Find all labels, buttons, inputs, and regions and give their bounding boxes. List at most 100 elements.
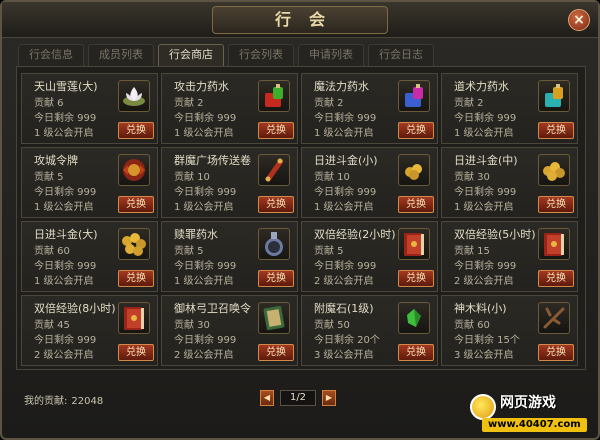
item-contribution-cost: 贡献 6 bbox=[34, 98, 64, 109]
title-bar: 行会 × bbox=[2, 2, 598, 38]
item-contribution-cost: 贡献 2 bbox=[174, 98, 204, 109]
gold-coins-medium-icon[interactable] bbox=[538, 154, 570, 186]
item-guild-level-requirement: 3 级公会开启 bbox=[454, 350, 514, 361]
gold-coins-small-icon[interactable] bbox=[398, 154, 430, 186]
item-contribution-cost: 贡献 50 bbox=[314, 320, 350, 331]
exp-book-icon[interactable] bbox=[398, 228, 430, 260]
item-contribution-cost: 贡献 5 bbox=[314, 246, 344, 257]
item-daily-remaining: 今日剩余 999 bbox=[314, 187, 377, 198]
watermark-url: www.40407.com bbox=[482, 418, 587, 432]
item-daily-remaining: 今日剩余 999 bbox=[314, 113, 377, 124]
exchange-button[interactable]: 兑换 bbox=[398, 122, 434, 139]
item-contribution-cost: 贡献 5 bbox=[34, 172, 64, 183]
siege-token-icon[interactable] bbox=[118, 154, 150, 186]
item-contribution-cost: 贡献 5 bbox=[174, 246, 204, 257]
item-guild-level-requirement: 2 级公会开启 bbox=[34, 350, 94, 361]
item-guild-level-requirement: 1 级公会开启 bbox=[454, 202, 514, 213]
exchange-button[interactable]: 兑换 bbox=[258, 196, 294, 213]
item-name: 攻击力药水 bbox=[174, 80, 229, 93]
item-contribution-cost: 贡献 30 bbox=[454, 172, 490, 183]
item-guild-level-requirement: 2 级公会开启 bbox=[454, 276, 514, 287]
item-guild-level-requirement: 1 级公会开启 bbox=[314, 128, 374, 139]
item-name: 附魔石(1级) bbox=[314, 302, 374, 315]
item-name: 日进斗金(中) bbox=[454, 154, 518, 167]
lotus-icon[interactable] bbox=[118, 80, 150, 112]
exchange-button[interactable]: 兑换 bbox=[538, 196, 574, 213]
item-daily-remaining: 今日剩余 999 bbox=[454, 261, 517, 272]
gold-coins-large-icon[interactable] bbox=[118, 228, 150, 260]
exchange-button[interactable]: 兑换 bbox=[258, 122, 294, 139]
item-daily-remaining: 今日剩余 15个 bbox=[454, 335, 520, 346]
exchange-button[interactable]: 兑换 bbox=[398, 196, 434, 213]
close-button[interactable]: × bbox=[568, 9, 590, 31]
guild-window: 行会 × 行会信息 成员列表 行会商店 行会列表 申请列表 行会日志 天山雪莲(… bbox=[0, 0, 600, 440]
exp-book-icon[interactable] bbox=[118, 302, 150, 334]
next-page-button[interactable]: ▶ bbox=[322, 390, 336, 406]
enchant-stone-icon[interactable] bbox=[398, 302, 430, 334]
contribution-label: 我的贡献: bbox=[24, 396, 68, 407]
shop-item-card: 道术力药水 贡献 2 今日剩余 999 1 级公会开启 兑换 bbox=[441, 73, 578, 144]
item-name: 日进斗金(大) bbox=[34, 228, 98, 241]
item-daily-remaining: 今日剩余 999 bbox=[174, 261, 237, 272]
shop-item-card: 日进斗金(中) 贡献 30 今日剩余 999 1 级公会开启 兑换 bbox=[441, 147, 578, 218]
item-name: 魔法力药水 bbox=[314, 80, 369, 93]
redemption-potion-icon[interactable] bbox=[258, 228, 290, 260]
item-daily-remaining: 今日剩余 999 bbox=[174, 335, 237, 346]
exchange-button[interactable]: 兑换 bbox=[538, 270, 574, 287]
item-daily-remaining: 今日剩余 999 bbox=[314, 261, 377, 272]
item-name: 群魔广场传送卷 bbox=[174, 154, 251, 167]
wood-branch-icon[interactable] bbox=[538, 302, 570, 334]
item-daily-remaining: 今日剩余 999 bbox=[34, 113, 97, 124]
item-guild-level-requirement: 3 级公会开启 bbox=[314, 350, 374, 361]
exchange-button[interactable]: 兑换 bbox=[258, 270, 294, 287]
exp-book-icon[interactable] bbox=[538, 228, 570, 260]
tab-guild-info[interactable]: 行会信息 bbox=[18, 44, 84, 66]
shop-item-card: 附魔石(1级) 贡献 50 今日剩余 20个 3 级公会开启 兑换 bbox=[301, 295, 438, 366]
scroll-icon[interactable] bbox=[258, 154, 290, 186]
tab-guild-shop[interactable]: 行会商店 bbox=[158, 44, 224, 67]
watermark-text: 网页游戏 bbox=[500, 395, 556, 411]
item-name: 双倍经验(2小时) bbox=[314, 228, 396, 241]
site-watermark: 网页游戏 www.40407.com bbox=[464, 390, 600, 440]
shop-grid: 天山雪莲(大) 贡献 6 今日剩余 999 1 级公会开启 兑换 攻击力药水 贡献 2 今日剩… bbox=[21, 73, 578, 366]
shop-item-card: 双倍经验(5小时) 贡献 15 今日剩余 999 2 级公会开启 兑换 bbox=[441, 221, 578, 292]
shop-item-card: 日进斗金(大) 贡献 60 今日剩余 999 1 级公会开启 兑换 bbox=[21, 221, 158, 292]
item-guild-level-requirement: 1 级公会开启 bbox=[34, 276, 94, 287]
my-contribution: 我的贡献: 22048 bbox=[20, 392, 103, 407]
page-indicator: 1/2 bbox=[280, 390, 316, 406]
item-name: 双倍经验(8小时) bbox=[34, 302, 116, 315]
exchange-button[interactable]: 兑换 bbox=[398, 344, 434, 361]
taoist-potion-icon[interactable] bbox=[538, 80, 570, 112]
attack-potion-icon[interactable] bbox=[258, 80, 290, 112]
exchange-button[interactable]: 兑换 bbox=[118, 270, 154, 287]
magic-potion-icon[interactable] bbox=[398, 80, 430, 112]
item-name: 日进斗金(小) bbox=[314, 154, 378, 167]
exchange-button[interactable]: 兑换 bbox=[118, 122, 154, 139]
item-name: 双倍经验(5小时) bbox=[454, 228, 536, 241]
item-contribution-cost: 贡献 10 bbox=[314, 172, 350, 183]
tab-member-list[interactable]: 成员列表 bbox=[88, 44, 154, 66]
item-name: 天山雪莲(大) bbox=[34, 80, 98, 93]
shop-item-card: 攻击力药水 贡献 2 今日剩余 999 1 级公会开启 兑换 bbox=[161, 73, 298, 144]
item-guild-level-requirement: 2 级公会开启 bbox=[314, 276, 374, 287]
summon-order-icon[interactable] bbox=[258, 302, 290, 334]
exchange-button[interactable]: 兑换 bbox=[118, 196, 154, 213]
exchange-button[interactable]: 兑换 bbox=[538, 122, 574, 139]
shop-item-card: 天山雪莲(大) 贡献 6 今日剩余 999 1 级公会开启 兑换 bbox=[21, 73, 158, 144]
item-name: 御林弓卫召唤令 bbox=[174, 302, 251, 315]
item-contribution-cost: 贡献 10 bbox=[174, 172, 210, 183]
item-guild-level-requirement: 1 级公会开启 bbox=[34, 128, 94, 139]
exchange-button[interactable]: 兑换 bbox=[258, 344, 294, 361]
exchange-button[interactable]: 兑换 bbox=[398, 270, 434, 287]
item-contribution-cost: 贡献 45 bbox=[34, 320, 70, 331]
window-title: 行会 bbox=[212, 6, 388, 34]
tab-guild-list[interactable]: 行会列表 bbox=[228, 44, 294, 66]
exchange-button[interactable]: 兑换 bbox=[538, 344, 574, 361]
prev-page-button[interactable]: ◀ bbox=[260, 390, 274, 406]
exchange-button[interactable]: 兑换 bbox=[118, 344, 154, 361]
contribution-value: 22048 bbox=[71, 396, 104, 407]
pager: ◀ 1/2 ▶ bbox=[260, 390, 336, 406]
item-contribution-cost: 贡献 60 bbox=[34, 246, 70, 257]
tab-application-list[interactable]: 申请列表 bbox=[298, 44, 364, 66]
tab-guild-log[interactable]: 行会日志 bbox=[368, 44, 434, 66]
